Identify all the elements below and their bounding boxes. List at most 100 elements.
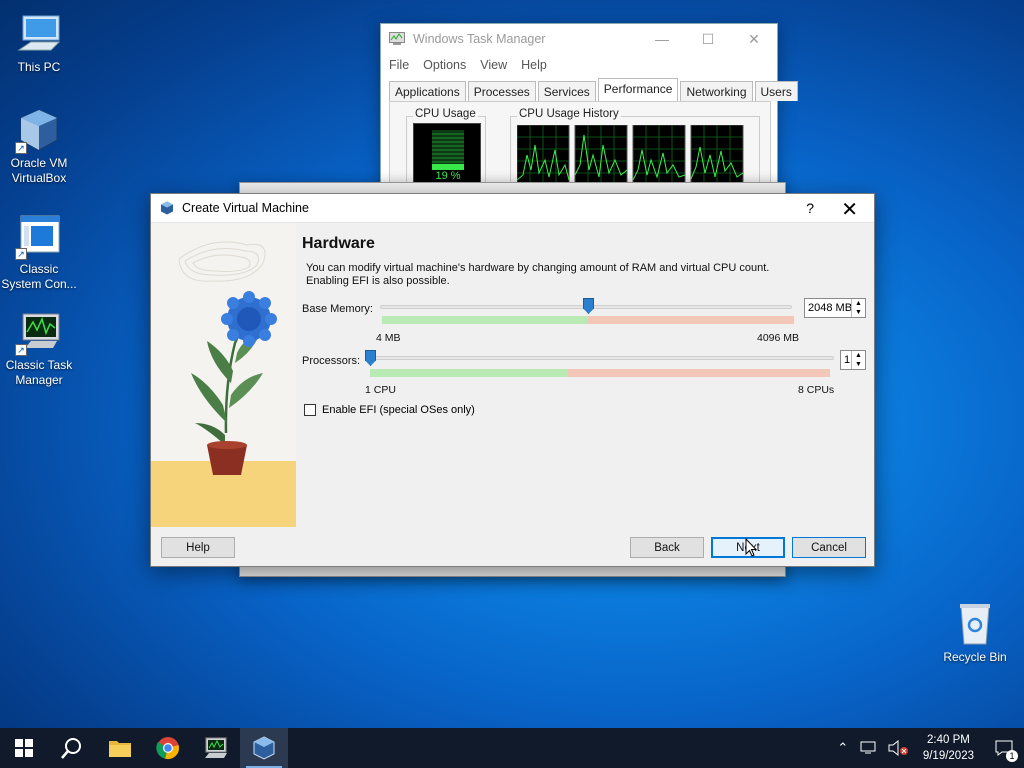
task-manager-title: Windows Task Manager	[413, 32, 546, 46]
recycle-bin-icon	[951, 600, 999, 648]
processors-slider-track[interactable]	[368, 356, 834, 360]
start-icon	[15, 739, 33, 757]
desktop-icon-recycle-bin[interactable]: Recycle Bin	[936, 600, 1014, 665]
cpu-history-label: CPU Usage History	[517, 108, 621, 120]
enable-efi-label: Enable EFI (special OSes only)	[322, 404, 475, 416]
file-explorer-icon	[109, 741, 131, 757]
performance-panel: CPU Usage 19 % CPU Usage History	[389, 101, 771, 196]
mouse-cursor-icon	[745, 538, 757, 557]
context-help-button[interactable]: ?	[806, 200, 814, 216]
base-memory-spinbox[interactable]: 2048 MB ▲ ▼	[804, 298, 866, 318]
processors-value: 1	[844, 354, 851, 366]
memory-unsafe-range	[588, 316, 794, 324]
memory-max-label: 4096 MB	[757, 332, 800, 344]
shortcut-arrow-icon: ↗	[15, 142, 27, 154]
task-manager-tabs: Applications Processes Services Performa…	[389, 78, 800, 101]
desktop-icon-label: Classic System Con...	[1, 262, 77, 291]
start-button[interactable]	[0, 728, 48, 768]
desktop-icon-virtualbox[interactable]: ↗ Oracle VM VirtualBox	[0, 106, 78, 186]
description-line-1: You can modify virtual machine's hardwar…	[306, 262, 770, 274]
processors-range-indicator	[370, 369, 830, 377]
dialog-title: Create Virtual Machine	[182, 201, 309, 215]
system-tray: ⌃ 2:40 PM 9/19/2023 1	[831, 728, 1024, 768]
page-description: You can modify virtual machine's hardwar…	[306, 262, 826, 288]
tab-applications[interactable]: Applications	[389, 81, 466, 101]
description-line-2: Enabling EFI is also possible.	[306, 275, 450, 287]
base-memory-label: Base Memory:	[302, 303, 373, 315]
virtualbox-icon	[161, 201, 173, 215]
hardware-page: Hardware You can modify virtual machine'…	[302, 223, 874, 527]
volume-muted-icon[interactable]	[887, 740, 909, 756]
tab-networking[interactable]: Networking	[680, 81, 753, 101]
desktop-icon-this-pc[interactable]: This PC	[0, 10, 78, 75]
task-manager-window[interactable]: Windows Task Manager — ☐ ✕ File Options …	[380, 23, 798, 196]
minimize-button[interactable]: —	[639, 24, 685, 54]
task-manager-menubar: File Options View Help	[381, 54, 777, 76]
tab-services[interactable]: Services	[537, 81, 596, 101]
close-button[interactable]: ✕	[841, 197, 858, 222]
dialog-titlebar[interactable]: Create Virtual Machine ? ✕	[151, 194, 874, 223]
base-memory-value: 2048 MB	[808, 302, 853, 314]
spinbox-arrows-icon[interactable]: ▲ ▼	[851, 299, 865, 317]
clock-time: 2:40 PM	[927, 734, 970, 746]
taskbar-virtualbox[interactable]	[240, 728, 288, 768]
task-manager-icon	[389, 32, 405, 45]
memory-min-label: 4 MB	[376, 332, 401, 344]
desktop-icon-control-panel[interactable]: ↗ Classic System Con...	[0, 212, 78, 292]
taskbar-chrome[interactable]	[144, 728, 192, 768]
desktop-icon-label: Classic Task Manager	[5, 358, 73, 387]
desktop-icon-label: Recycle Bin	[943, 650, 1007, 664]
control-panel-icon: ↗	[15, 212, 63, 260]
search-icon	[61, 738, 81, 759]
processors-safe-range	[370, 369, 568, 377]
menu-help[interactable]: Help	[521, 58, 547, 72]
task-manager-icon: ↗	[15, 308, 63, 356]
maximize-button[interactable]: ☐	[685, 24, 731, 54]
show-hidden-icons-chevron-icon[interactable]: ⌃	[831, 740, 855, 756]
shortcut-arrow-icon: ↗	[15, 248, 27, 260]
tab-users[interactable]: Users	[754, 81, 798, 101]
clock[interactable]: 2:40 PM 9/19/2023	[913, 732, 984, 764]
processors-unsafe-range	[567, 369, 830, 377]
cpu-usage-value: 19 %	[435, 170, 461, 182]
close-button[interactable]: ✕	[731, 24, 777, 54]
tab-processes[interactable]: Processes	[467, 81, 536, 101]
taskbar-task-manager[interactable]	[192, 728, 240, 768]
chrome-icon	[156, 737, 179, 759]
task-manager-icon	[205, 737, 227, 758]
clock-date: 9/19/2023	[922, 750, 974, 762]
computer-icon	[15, 10, 63, 58]
wizard-illustration	[151, 223, 296, 527]
desktop-icon-label: Oracle VM VirtualBox	[10, 156, 68, 185]
shortcut-arrow-icon: ↗	[15, 344, 27, 356]
page-title: Hardware	[302, 235, 375, 252]
back-button[interactable]: Back	[630, 537, 704, 558]
taskbar: ⌃ 2:40 PM 9/19/2023 1	[0, 728, 1024, 768]
help-button[interactable]: Help	[161, 537, 235, 558]
base-memory-range-indicator	[382, 316, 794, 324]
memory-safe-range	[382, 316, 588, 324]
checkbox-box[interactable]	[304, 404, 316, 416]
processors-min-label: 1 CPU	[365, 384, 396, 396]
enable-efi-checkbox[interactable]: Enable EFI (special OSes only)	[304, 404, 475, 416]
processors-slider-handle[interactable]	[365, 350, 376, 366]
processors-spinbox[interactable]: 1 ▲ ▼	[840, 350, 866, 370]
notification-count-badge: 1	[1006, 750, 1018, 762]
desktop-icon-label: This PC	[17, 60, 61, 74]
processors-label: Processors:	[302, 355, 361, 367]
virtualbox-icon: ↗	[15, 106, 63, 154]
menu-options[interactable]: Options	[423, 58, 466, 72]
network-icon[interactable]	[859, 740, 879, 756]
menu-file[interactable]: File	[389, 58, 409, 72]
tab-performance[interactable]: Performance	[597, 78, 679, 101]
menu-view[interactable]: View	[480, 58, 507, 72]
cancel-button[interactable]: Cancel	[792, 537, 866, 558]
desktop-icon-task-manager[interactable]: ↗ Classic Task Manager	[0, 308, 78, 388]
search-button[interactable]	[48, 728, 96, 768]
spinbox-arrows-icon[interactable]: ▲ ▼	[851, 351, 865, 369]
base-memory-slider-handle[interactable]	[583, 298, 594, 314]
action-center-button[interactable]: 1	[984, 728, 1024, 768]
taskbar-file-explorer[interactable]	[96, 728, 144, 768]
create-vm-dialog[interactable]: Create Virtual Machine ? ✕ Hardware You …	[150, 193, 875, 567]
virtualbox-icon	[253, 736, 275, 760]
